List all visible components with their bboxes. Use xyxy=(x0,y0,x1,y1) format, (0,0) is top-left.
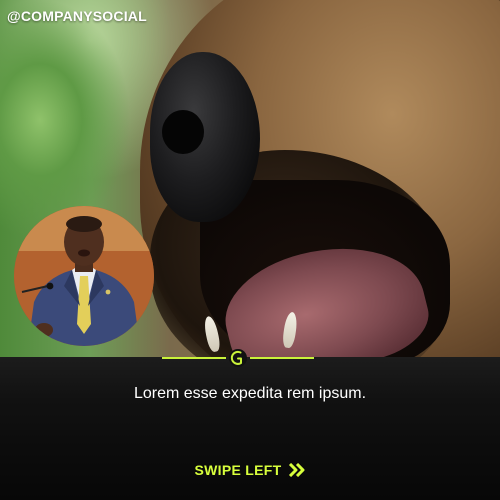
swipe-left-prompt[interactable]: SWIPE LEFT xyxy=(0,462,500,480)
swipe-label: SWIPE LEFT xyxy=(194,462,282,478)
brand-mark-icon xyxy=(229,349,247,367)
dog-nostril xyxy=(162,110,204,154)
divider-line-right xyxy=(250,357,314,359)
divider-line-left xyxy=(162,357,226,359)
portrait-illustration xyxy=(14,206,154,346)
inset-portrait-photo xyxy=(14,206,154,346)
account-handle: @COMPANYSOCIAL xyxy=(7,8,147,24)
social-post-card: @COMPANYSOCIAL Lorem esse expedita rem i… xyxy=(0,0,500,500)
post-caption: Lorem esse expedita rem ipsum. xyxy=(133,385,367,402)
double-chevron-right-icon xyxy=(288,462,306,480)
